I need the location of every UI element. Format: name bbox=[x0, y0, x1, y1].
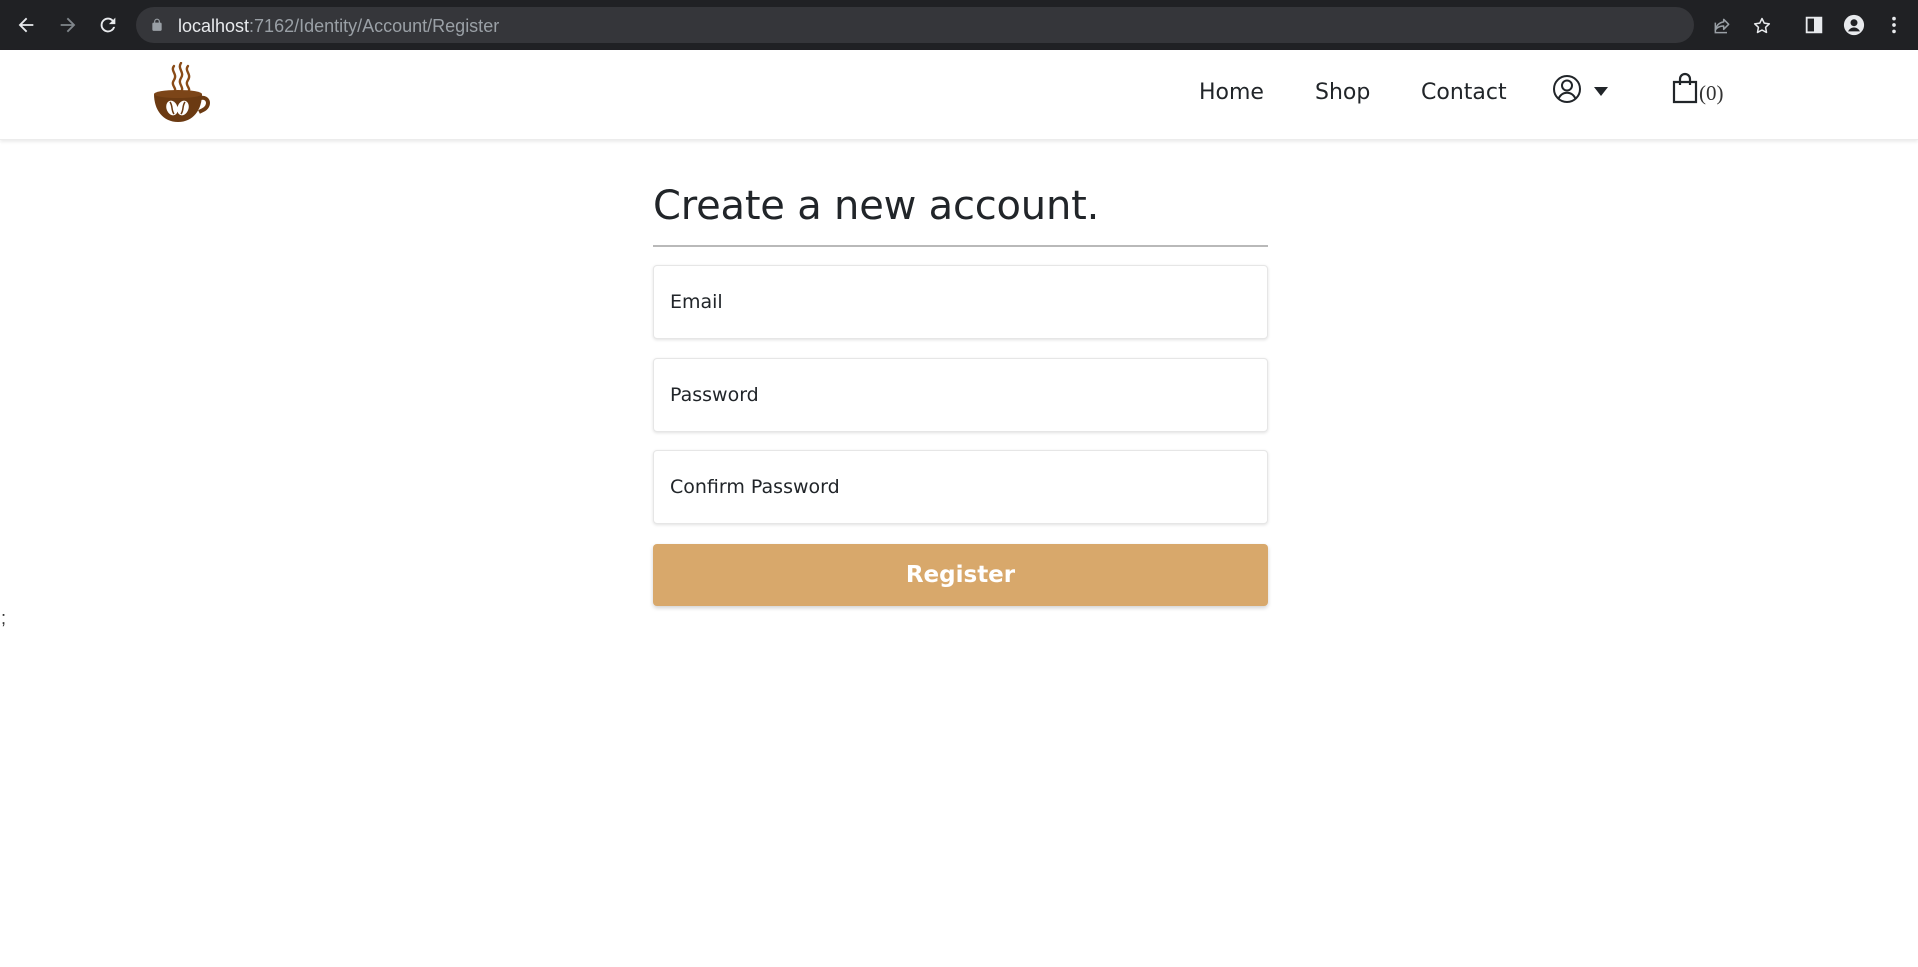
user-circle-icon bbox=[1553, 75, 1581, 103]
cart-count: (0) bbox=[1699, 81, 1724, 105]
shopping-bag-icon bbox=[1672, 72, 1698, 104]
coffee-cup-logo[interactable] bbox=[150, 62, 212, 126]
url-host: localhost bbox=[178, 16, 250, 36]
address-bar[interactable]: localhost:7162/Identity/Account/Register bbox=[136, 7, 1771, 43]
back-arrow-icon bbox=[18, 17, 34, 33]
url-text: localhost:7162/Identity/Account/Register bbox=[178, 16, 499, 37]
nav-shop-link[interactable]: Shop bbox=[1315, 80, 1370, 105]
reload-icon bbox=[100, 17, 116, 33]
kebab-menu-icon bbox=[1892, 16, 1896, 34]
reload-button[interactable] bbox=[94, 11, 122, 39]
confirm-password-field[interactable] bbox=[654, 451, 1267, 523]
nav-home-link[interactable]: Home bbox=[1199, 80, 1264, 105]
register-form: Create a new account. Register bbox=[653, 178, 1268, 606]
menu-button[interactable] bbox=[1880, 11, 1908, 39]
page-title: Create a new account. bbox=[653, 183, 1100, 229]
register-button[interactable]: Register bbox=[653, 544, 1268, 606]
caret-down-icon bbox=[1594, 87, 1608, 96]
password-field[interactable] bbox=[654, 359, 1267, 431]
forward-button[interactable] bbox=[54, 11, 82, 39]
browser-toolbar: localhost:7162/Identity/Account/Register bbox=[0, 0, 1918, 50]
profile-button[interactable] bbox=[1840, 11, 1868, 39]
title-divider bbox=[653, 245, 1268, 247]
lock-icon bbox=[152, 18, 162, 31]
email-field-container bbox=[653, 265, 1268, 339]
email-field[interactable] bbox=[654, 266, 1267, 338]
bookmark-star-icon[interactable] bbox=[1752, 16, 1772, 36]
side-panel-icon bbox=[1805, 16, 1823, 34]
stray-semicolon-text: ; bbox=[1, 608, 7, 628]
side-panel-button[interactable] bbox=[1800, 11, 1828, 39]
share-icon[interactable] bbox=[1712, 16, 1732, 36]
url-path: :7162/Identity/Account/Register bbox=[249, 16, 500, 36]
nav-contact-link[interactable]: Contact bbox=[1421, 80, 1507, 105]
user-menu-dropdown[interactable] bbox=[1550, 74, 1616, 110]
password-field-container bbox=[653, 358, 1268, 432]
site-navbar: Home Shop Contact (0) bbox=[0, 50, 1918, 140]
forward-arrow-icon bbox=[60, 17, 76, 33]
confirm-password-field-container bbox=[653, 450, 1268, 524]
profile-avatar-icon bbox=[1843, 14, 1865, 36]
back-button[interactable] bbox=[12, 11, 40, 39]
